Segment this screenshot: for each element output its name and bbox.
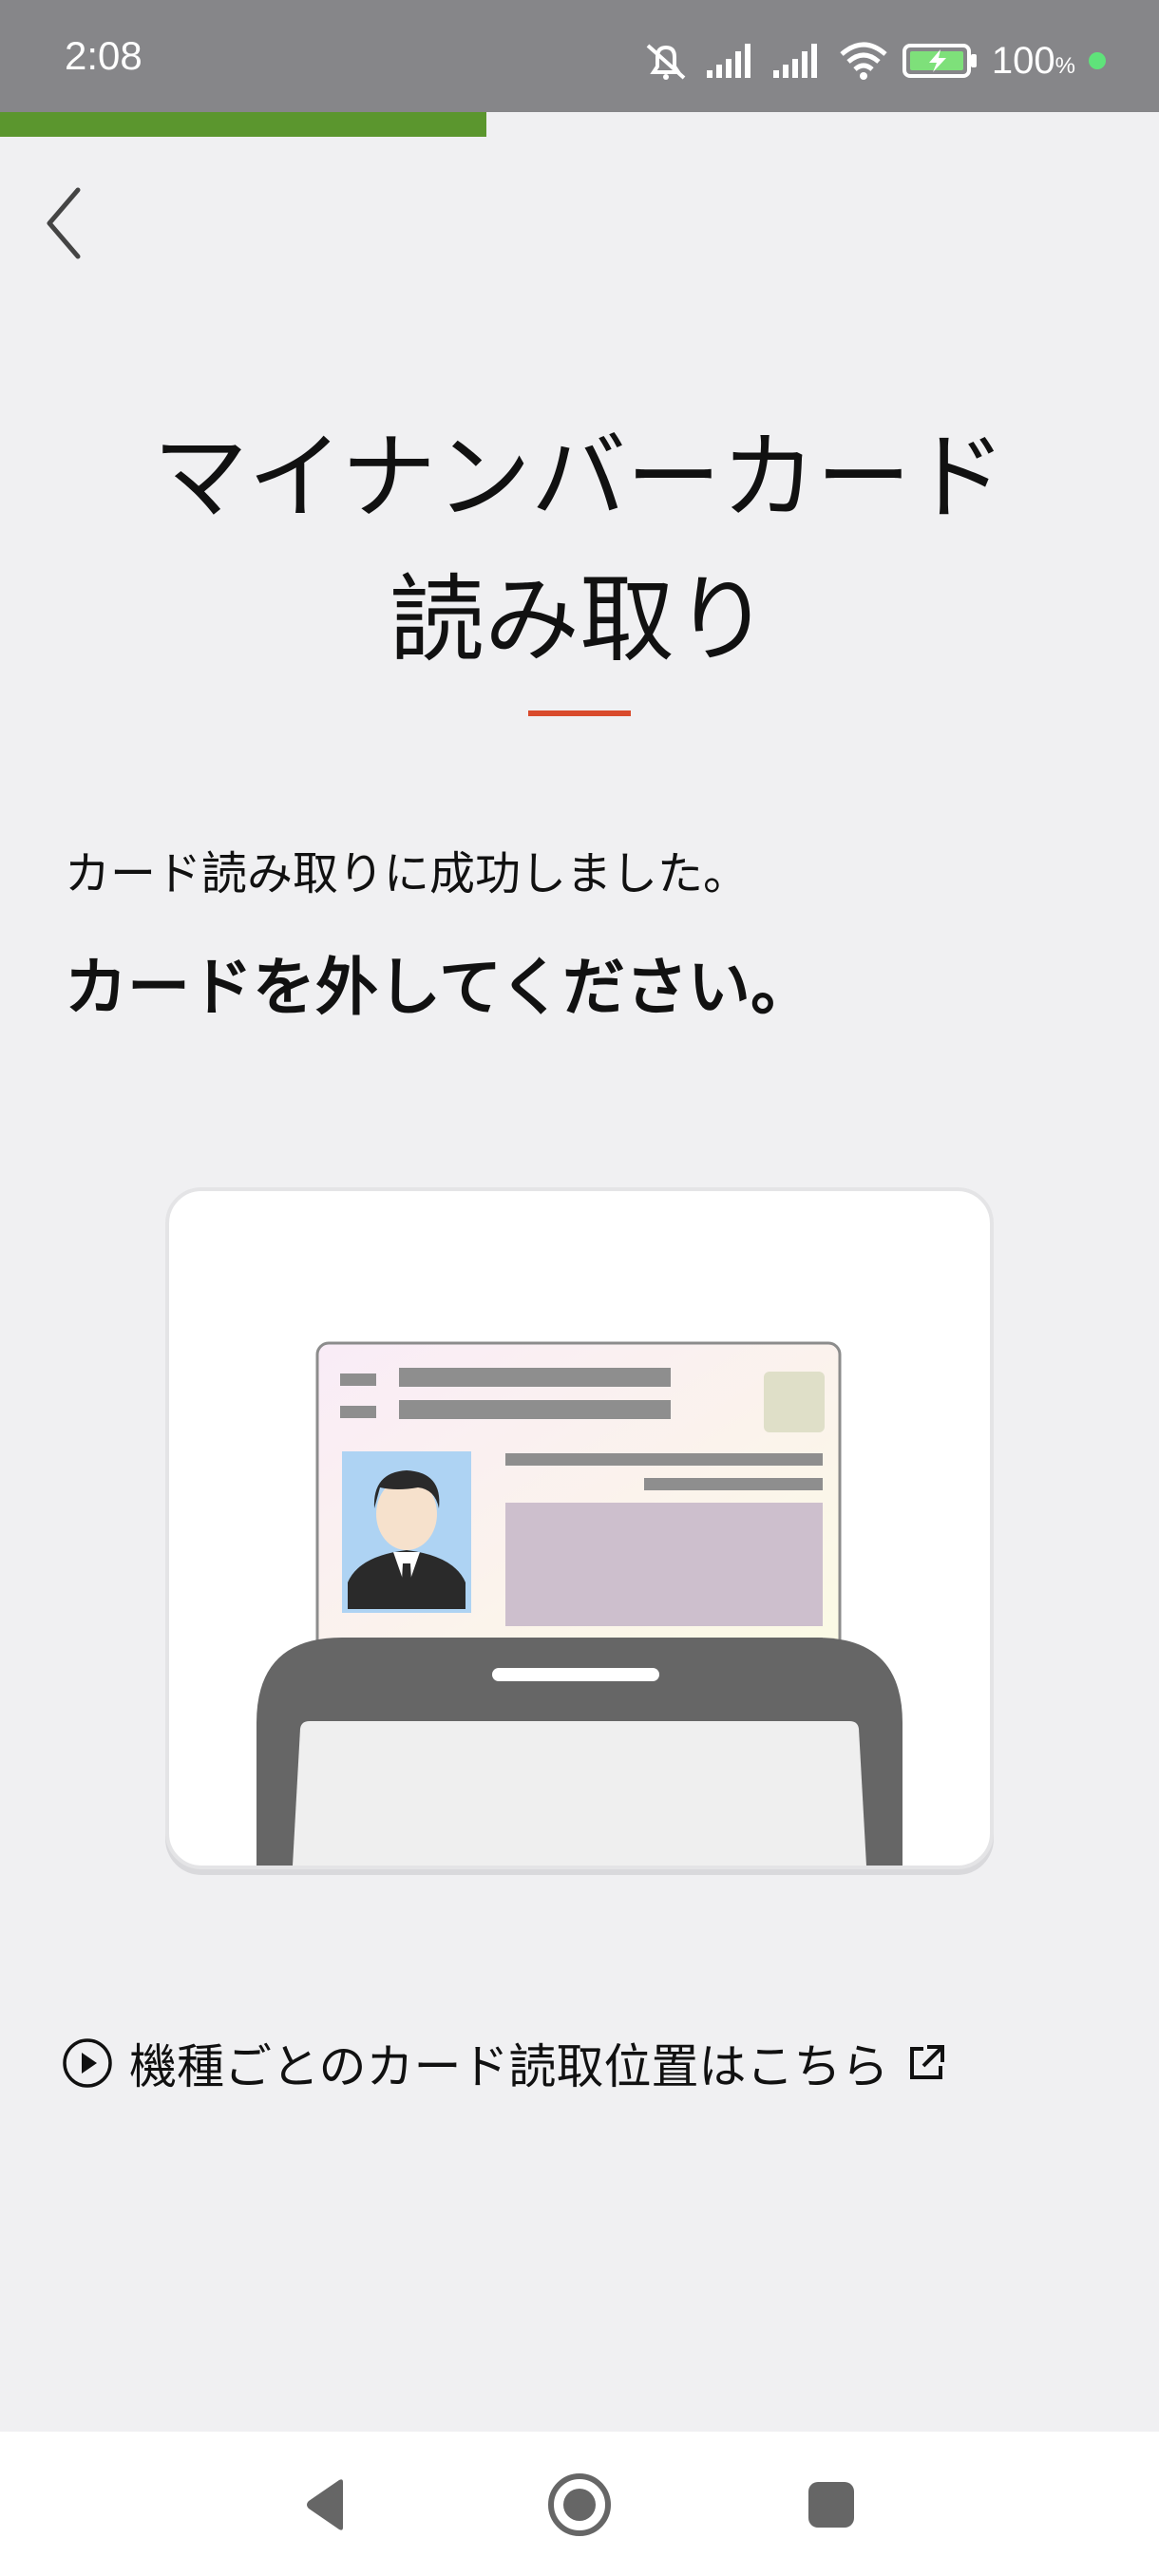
success-message: カード読み取りに成功しました。 xyxy=(65,847,750,900)
mute-icon xyxy=(640,40,692,82)
chevron-left-icon xyxy=(47,187,81,259)
system-nav-bar xyxy=(0,2432,1159,2576)
home-circle-icon xyxy=(548,2473,611,2536)
phone xyxy=(256,1638,902,1866)
nav-home-button[interactable] xyxy=(527,2453,632,2557)
help-link-label: 機種ごとのカード読取位置はこちら xyxy=(129,2039,889,2094)
nav-recents-button[interactable] xyxy=(779,2453,884,2557)
id-card xyxy=(315,1341,842,1668)
title-underline xyxy=(528,710,631,716)
recents-square-icon xyxy=(808,2482,854,2528)
signal-icon xyxy=(771,42,825,80)
nav-back-button[interactable] xyxy=(276,2453,380,2557)
back-triangle-icon xyxy=(307,2479,343,2530)
status-bar: 2:08 100% xyxy=(0,0,1159,112)
illustration-card xyxy=(165,1187,994,1869)
battery-level: 100% xyxy=(991,40,1075,82)
battery-charging-icon xyxy=(902,42,978,80)
back-button[interactable] xyxy=(27,180,103,266)
signal-icon xyxy=(705,42,758,80)
id-card-in-phone-illustration xyxy=(256,1341,902,1866)
status-time: 2:08 xyxy=(65,33,142,78)
progress-fill xyxy=(0,112,487,137)
wifi-icon xyxy=(838,41,889,81)
progress-bar xyxy=(0,112,1159,137)
play-circle-icon xyxy=(63,2038,112,2088)
page-title: マイナンバーカード 読み取り xyxy=(0,407,1159,691)
page-title-line1: マイナンバーカード xyxy=(153,422,1006,533)
page-title-line2: 読み取り xyxy=(390,564,770,675)
privacy-indicator-dot xyxy=(1089,52,1106,69)
instruction-text: カードを外してください。 xyxy=(65,951,814,1024)
card-position-help-link[interactable]: 機種ごとのカード読取位置はこちら xyxy=(61,2029,948,2097)
external-link-icon xyxy=(909,2045,944,2079)
status-icons: 100% xyxy=(640,38,1106,84)
avatar xyxy=(342,1451,471,1613)
